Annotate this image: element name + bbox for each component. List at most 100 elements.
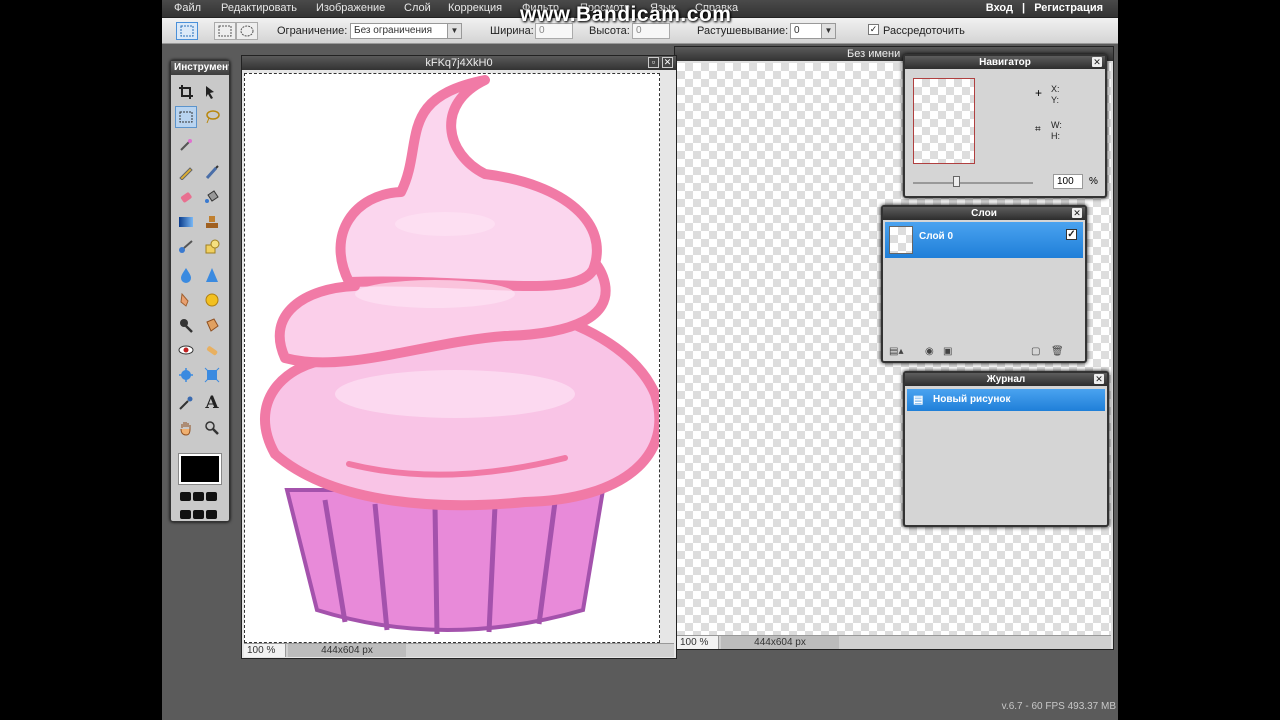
recorder-watermark: www.Bandicam.com [520,3,732,26]
image-canvas[interactable] [244,73,660,643]
account-separator: | [1022,2,1026,14]
new-selection-button[interactable] [176,22,198,40]
h-label: H: [1051,131,1060,141]
spot-heal-icon[interactable] [201,339,223,361]
burn-hand-icon[interactable] [201,314,223,336]
status-bar-image: 100 % 444x604 px [244,643,674,657]
antialias-checkbox[interactable]: ✓ [868,24,879,35]
layer-thumbnail [889,226,913,254]
document-window-image: kFKq7j4XkH0 ▫ ✕ 100 % 444x604 px [241,55,677,659]
register-link[interactable]: Регистрация [1034,2,1103,14]
x-label: X: [1051,84,1060,94]
constraint-select[interactable]: Без ограничения ▼ [350,23,462,39]
coords-labels: X: Y: [1051,84,1060,106]
menu-edit[interactable]: Редактировать [221,2,297,14]
close-icon[interactable]: ✕ [1092,57,1102,67]
smudge-finger-icon[interactable] [175,289,197,311]
move-tool-icon[interactable] [201,81,223,103]
close-icon[interactable]: ✕ [1094,374,1104,384]
layer-row[interactable]: Слой 0 ✓ [885,222,1083,258]
image-size: 444x604 px [721,636,839,649]
trash-icon[interactable]: 🗑 [1051,346,1064,357]
antialias-label: Рассредоточить [883,25,965,37]
marquee-icon [180,25,194,37]
brush-tool-icon[interactable] [201,161,223,183]
zoom-slider[interactable] [913,182,1033,184]
layer-name: Слой 0 [919,231,954,242]
document-icon: ▤ [913,394,924,406]
hand-tool-icon[interactable] [175,417,197,439]
drawing-tool-icon[interactable] [201,236,223,258]
close-icon[interactable]: ✕ [662,57,673,68]
history-title: Журнал [905,373,1107,386]
layers-title: Слои [883,207,1085,220]
crop-tool-icon[interactable] [175,81,197,103]
marquee-tool-icon[interactable] [175,106,197,128]
history-panel: Журнал ✕ ▤ Новый рисунок [903,371,1109,527]
blur-drop-icon[interactable] [175,264,197,286]
layer-folder-icon[interactable]: ▣ [943,346,952,357]
fill-bucket-icon[interactable] [201,186,223,208]
image-size: 444x604 px [288,644,406,657]
text-tool-icon[interactable]: A [201,392,223,414]
zoom-level[interactable]: 100 % [677,636,719,649]
eraser-tool-icon[interactable] [175,186,197,208]
layer-style-icon[interactable]: ▤▴ [889,346,903,357]
pencil-tool-icon[interactable] [175,161,197,183]
color-palette-dots[interactable] [179,489,223,525]
photo-editor-app: Файл Редактировать Изображение Слой Корр… [162,0,1118,720]
clone-stamp-icon[interactable] [201,211,223,233]
zoom-tool-icon[interactable] [201,417,223,439]
cupcake-image [260,75,659,635]
ellipse-select-icon [240,25,254,37]
pinch-icon[interactable] [201,364,223,386]
history-entry-label: Новый рисунок [933,394,1011,405]
chevron-down-icon: ▼ [821,24,835,38]
ellipse-marquee-button[interactable] [236,22,258,40]
feather-value: 0 [794,25,800,36]
foreground-color-swatch[interactable] [178,453,222,485]
menu-file[interactable]: Файл [174,2,201,14]
menu-image[interactable]: Изображение [316,2,385,14]
color-picker-icon[interactable] [175,392,197,414]
sponge-icon[interactable] [201,289,223,311]
document-title-image: kFKq7j4XkH0 [242,56,676,70]
gradient-tool-icon[interactable] [175,211,197,233]
zoom-slider-thumb[interactable] [953,176,960,187]
lasso-tool-icon[interactable] [201,106,223,128]
toolbox-title: Инструменты [171,61,229,75]
menu-adjustments[interactable]: Коррекция [448,2,502,14]
history-entry[interactable]: ▤ Новый рисунок [907,389,1105,411]
red-eye-icon[interactable] [175,339,197,361]
rect-marquee-button[interactable] [214,22,236,40]
zoom-level[interactable]: 100 % [244,644,286,657]
close-icon[interactable]: ✕ [1072,208,1082,218]
bloat-icon[interactable] [175,364,197,386]
chevron-down-icon: ▼ [447,24,461,38]
crosshair-icon: + [1035,86,1043,100]
size-box-icon: ⌗ [1035,124,1041,135]
account-links: Вход | Регистрация [983,2,1106,14]
sharpen-cone-icon[interactable] [201,264,223,286]
zoom-input[interactable]: 100 [1053,174,1083,189]
size-labels: W: H: [1051,120,1062,142]
navigator-panel: Навигатор ✕ + X: Y: ⌗ W: H: 100 % [903,54,1107,198]
maximize-icon[interactable]: ▫ [648,57,659,68]
new-layer-icon[interactable]: ▢ [1031,346,1040,357]
magic-wand-icon[interactable] [175,133,197,155]
dodge-lens-icon[interactable] [175,314,197,336]
layer-visibility-checkbox[interactable]: ✓ [1066,229,1077,240]
feather-select[interactable]: 0 ▼ [790,23,836,39]
color-replace-icon[interactable] [175,236,197,258]
toolbox-panel: Инструменты A [170,60,230,522]
constraint-value: Без ограничения [354,25,433,36]
zoom-unit: % [1089,176,1098,187]
navigator-preview[interactable] [913,78,975,164]
constraint-label: Ограничение: [277,25,348,37]
layer-mask-icon[interactable]: ◉ [925,346,934,357]
status-bar-untitled: 100 % 444x604 px [677,635,1111,649]
y-label: Y: [1051,95,1060,105]
login-link[interactable]: Вход [986,2,1013,14]
navigator-title: Навигатор [905,56,1105,69]
menu-layer[interactable]: Слой [404,2,431,14]
